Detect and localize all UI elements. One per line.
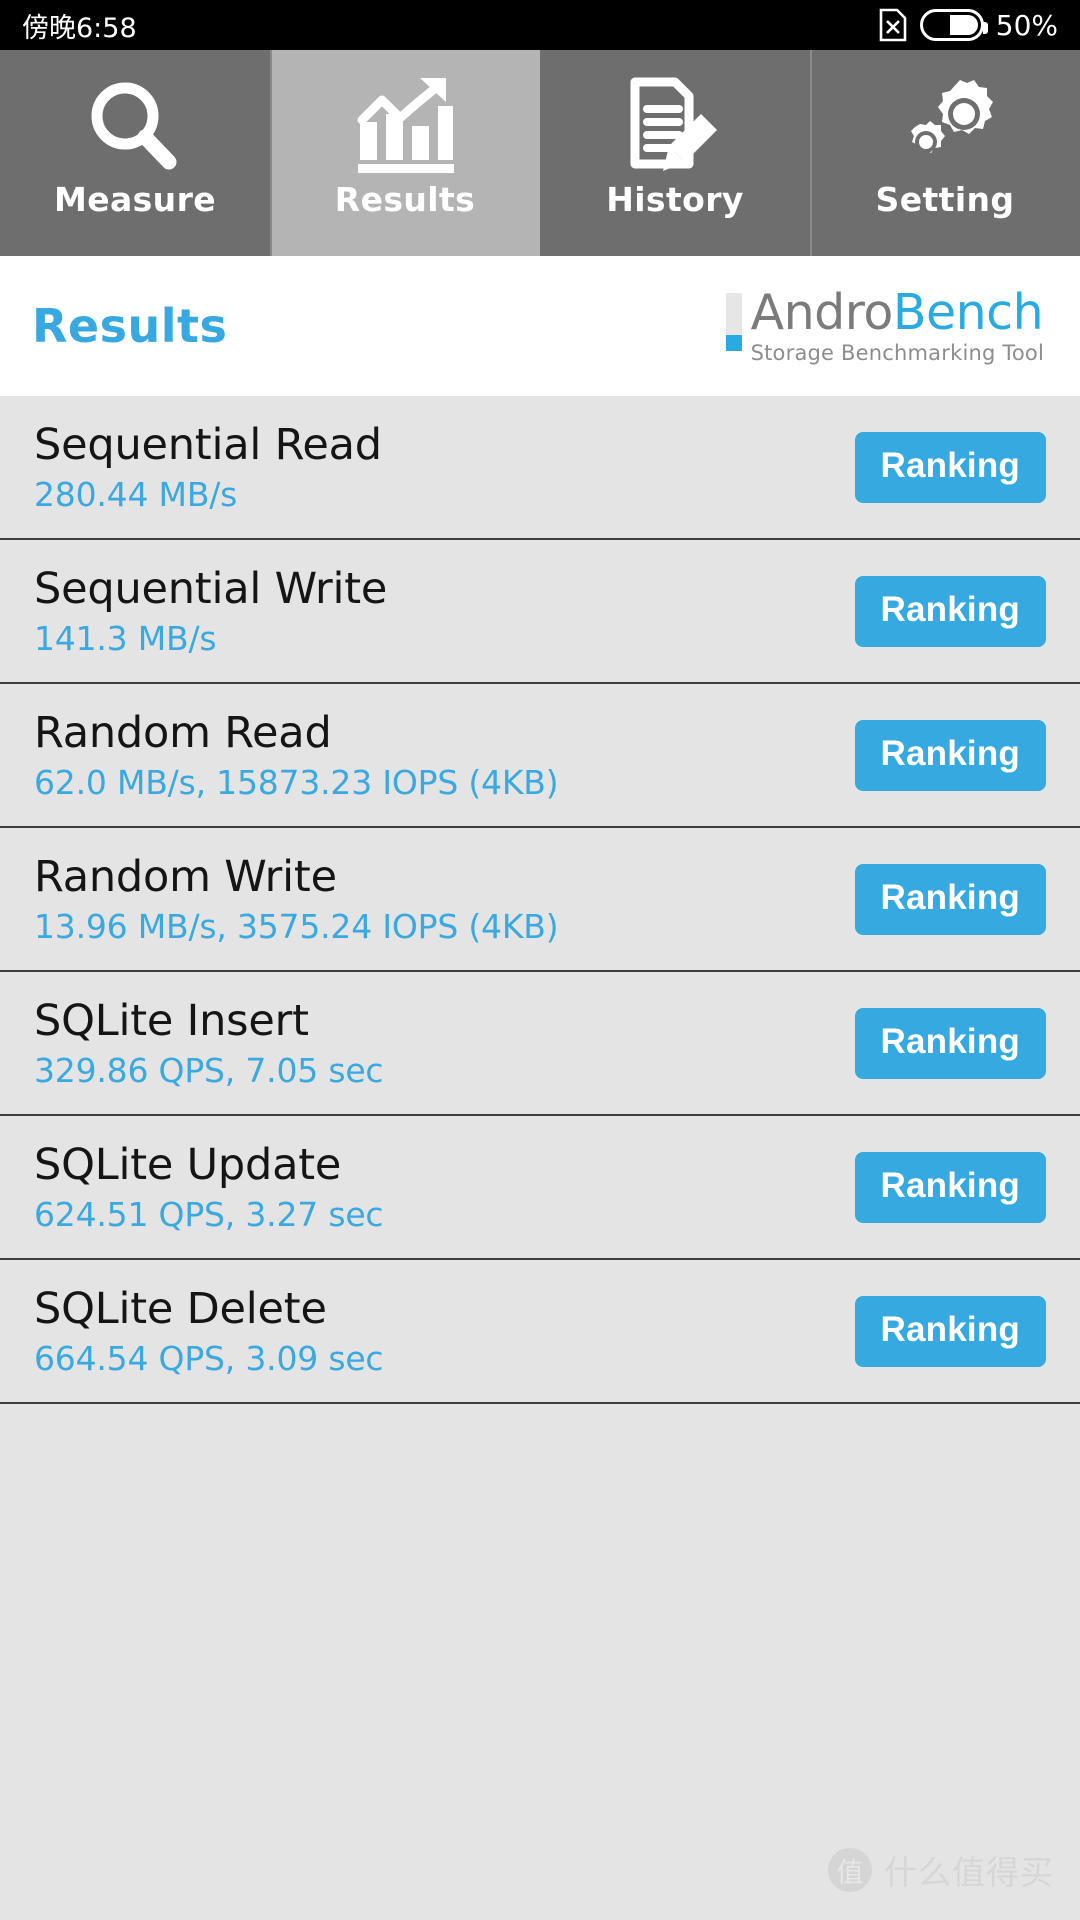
watermark-text: 什么值得买 xyxy=(884,1853,1054,1892)
battery-half-icon xyxy=(919,9,988,41)
table-row[interactable]: Random Write 13.96 MB/s, 3575.24 IOPS (4… xyxy=(0,828,1080,972)
result-title: SQLite Delete xyxy=(34,1284,327,1334)
result-title: Random Write xyxy=(34,852,337,902)
result-text-group: Random Write 13.96 MB/s, 3575.24 IOPS (4… xyxy=(34,852,559,946)
result-title: Sequential Write xyxy=(34,564,388,614)
result-text-group: SQLite Insert 329.86 QPS, 7.05 sec xyxy=(34,996,384,1090)
logo-word-bench: Bench xyxy=(892,284,1044,341)
document-pencil-icon xyxy=(623,76,727,176)
page-title: Results xyxy=(32,299,228,353)
result-value: 624.51 QPS, 3.27 sec xyxy=(34,1195,384,1234)
tab-measure[interactable]: Measure xyxy=(0,50,270,256)
ranking-button[interactable]: Ranking xyxy=(854,575,1046,647)
result-value: 329.86 QPS, 7.05 sec xyxy=(34,1051,384,1090)
result-text-group: Sequential Write 141.3 MB/s xyxy=(34,564,387,658)
status-clock: 傍晚6:58 xyxy=(22,12,137,44)
tab-label-results: Results xyxy=(334,180,476,219)
result-text-group: Random Read 62.0 MB/s, 15873.23 IOPS (4K… xyxy=(34,708,559,802)
logo-subtitle: Storage Benchmarking Tool xyxy=(750,341,1044,365)
gears-icon xyxy=(890,76,1000,176)
table-row[interactable]: SQLite Delete 664.54 QPS, 3.09 sec Ranki… xyxy=(0,1260,1080,1404)
table-row[interactable]: Sequential Write 141.3 MB/s Ranking xyxy=(0,540,1080,684)
tab-label-history: History xyxy=(606,180,744,219)
watermark: 值 什么值得买 xyxy=(828,1846,1054,1894)
page-header: Results AndroBench Storage Benchmarking … xyxy=(0,256,1080,396)
result-title: Random Read xyxy=(34,708,332,758)
ranking-button[interactable]: Ranking xyxy=(854,719,1046,791)
result-value: 664.54 QPS, 3.09 sec xyxy=(34,1339,384,1378)
ranking-button[interactable]: Ranking xyxy=(854,1007,1046,1079)
list-empty-space xyxy=(0,1404,1080,1920)
main-tab-bar: Measure Results History Setting xyxy=(0,50,1080,256)
status-bar: 傍晚6:58 50% xyxy=(0,0,1080,50)
table-row[interactable]: SQLite Insert 329.86 QPS, 7.05 sec Ranki… xyxy=(0,972,1080,1116)
tab-label-measure: Measure xyxy=(53,180,217,219)
app-root: 傍晚6:58 50% Measure Results History Setti… xyxy=(0,0,1080,1920)
result-text-group: SQLite Update 624.51 QPS, 3.27 sec xyxy=(34,1140,384,1234)
result-value: 62.0 MB/s, 15873.23 IOPS (4KB) xyxy=(34,763,559,802)
logo-word-andro: Andro xyxy=(750,284,894,341)
tab-setting[interactable]: Setting xyxy=(810,50,1080,256)
ranking-button[interactable]: Ranking xyxy=(854,863,1046,935)
ranking-button[interactable]: Ranking xyxy=(854,1151,1046,1223)
logo-wordmark: AndroBench xyxy=(751,287,1044,339)
logo-text: AndroBench Storage Benchmarking Tool xyxy=(750,287,1044,366)
ranking-button[interactable]: Ranking xyxy=(854,1295,1046,1367)
tab-history[interactable]: History xyxy=(540,50,810,256)
result-title: Sequential Read xyxy=(34,420,382,470)
tab-results[interactable]: Results xyxy=(270,50,540,256)
tab-label-setting: Setting xyxy=(875,180,1015,219)
watermark-badge-icon: 值 xyxy=(828,1848,872,1892)
results-list: Sequential Read 280.44 MB/s Ranking Sequ… xyxy=(0,396,1080,1404)
table-row[interactable]: Random Read 62.0 MB/s, 15873.23 IOPS (4K… xyxy=(0,684,1080,828)
result-title: SQLite Insert xyxy=(34,996,309,1046)
bar-chart-arrow-icon xyxy=(352,76,458,176)
logo-bar-icon xyxy=(725,293,742,351)
status-icons: 50% xyxy=(878,8,1058,42)
magnifier-icon xyxy=(83,76,187,176)
androbench-logo: AndroBench Storage Benchmarking Tool xyxy=(725,287,1048,366)
result-text-group: Sequential Read 280.44 MB/s xyxy=(34,420,382,514)
result-value: 13.96 MB/s, 3575.24 IOPS (4KB) xyxy=(34,907,559,946)
result-value: 141.3 MB/s xyxy=(34,619,217,658)
table-row[interactable]: SQLite Update 624.51 QPS, 3.27 sec Ranki… xyxy=(0,1116,1080,1260)
table-row[interactable]: Sequential Read 280.44 MB/s Ranking xyxy=(0,396,1080,540)
sim-x-icon xyxy=(878,8,908,42)
result-title: SQLite Update xyxy=(34,1140,342,1190)
result-value: 280.44 MB/s xyxy=(34,475,238,514)
ranking-button[interactable]: Ranking xyxy=(854,431,1046,503)
result-text-group: SQLite Delete 664.54 QPS, 3.09 sec xyxy=(34,1284,384,1378)
battery-percent-label: 50% xyxy=(995,8,1058,42)
